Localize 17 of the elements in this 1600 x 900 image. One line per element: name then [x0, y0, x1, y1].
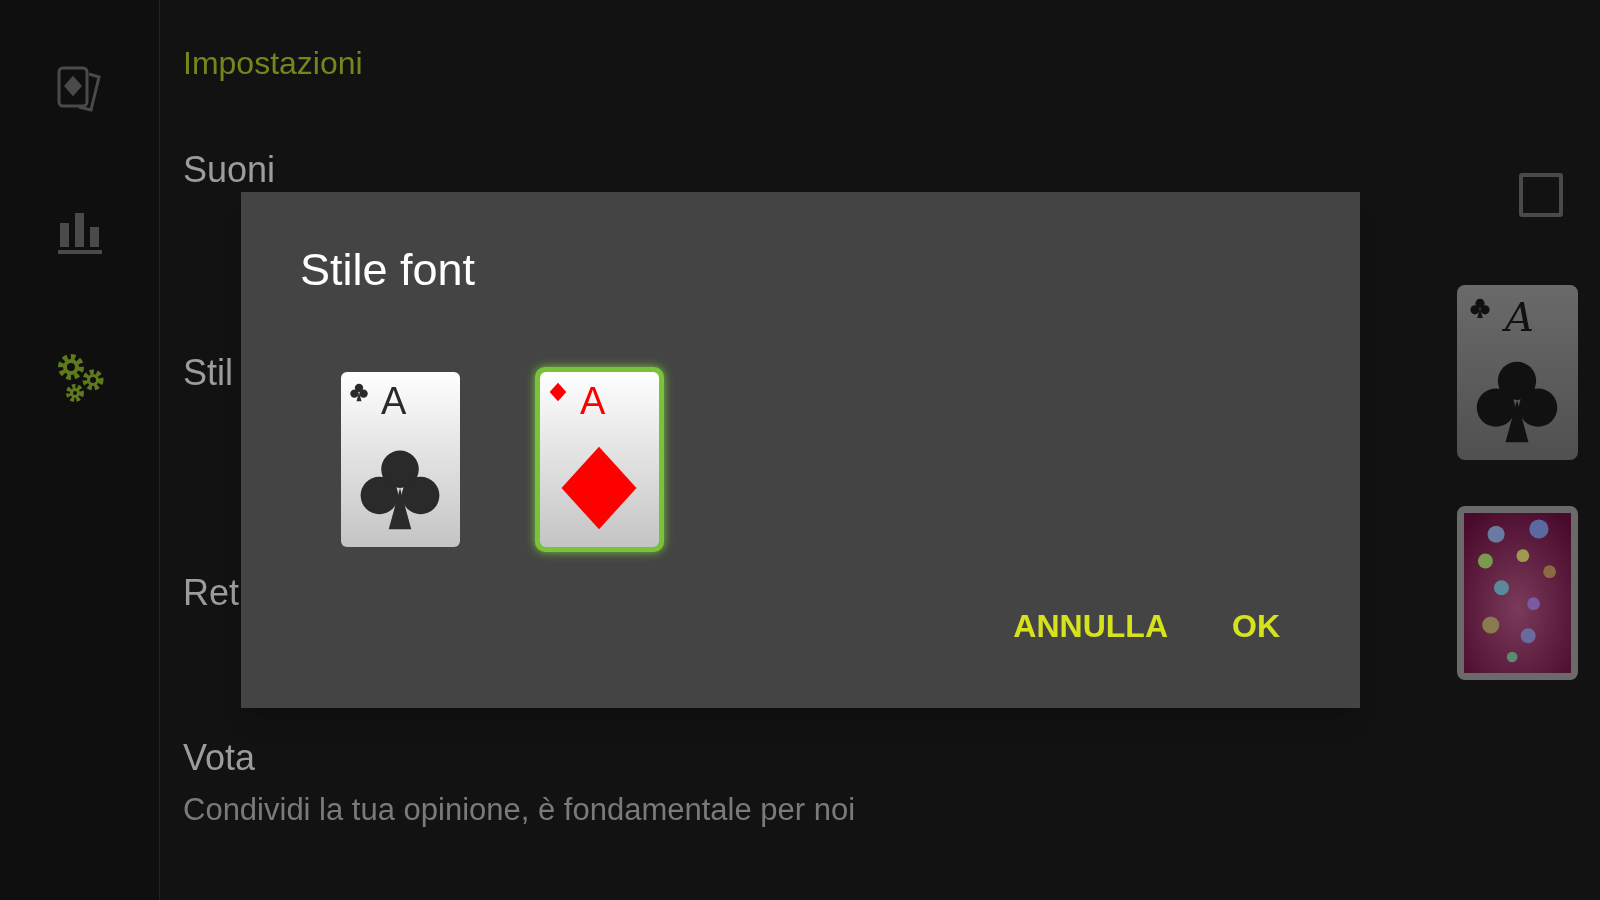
card-rank: A: [580, 382, 606, 420]
clubs-icon: [349, 382, 369, 402]
card-back[interactable]: [1457, 505, 1578, 680]
setting-description: Condividi la tua opinione, è fondamentale per noi: [183, 794, 856, 825]
card-rank: A: [381, 382, 407, 420]
card-option[interactable]: A: [535, 367, 664, 552]
dialog-title: Stile font: [300, 247, 476, 292]
setting-title: Vota: [183, 740, 257, 776]
dialog-button[interactable]: OK: [1232, 610, 1280, 642]
setting-title: Ret: [183, 574, 240, 611]
checkbox[interactable]: [1519, 173, 1563, 217]
diamonds-icon: [548, 382, 568, 402]
setting-title: Stil: [183, 354, 233, 391]
dialog-button[interactable]: ANNULLA: [1013, 610, 1168, 642]
setting-title: Suoni: [183, 152, 276, 188]
screen-title: Impostazioni: [183, 45, 363, 81]
clubs-icon: [1469, 297, 1491, 319]
